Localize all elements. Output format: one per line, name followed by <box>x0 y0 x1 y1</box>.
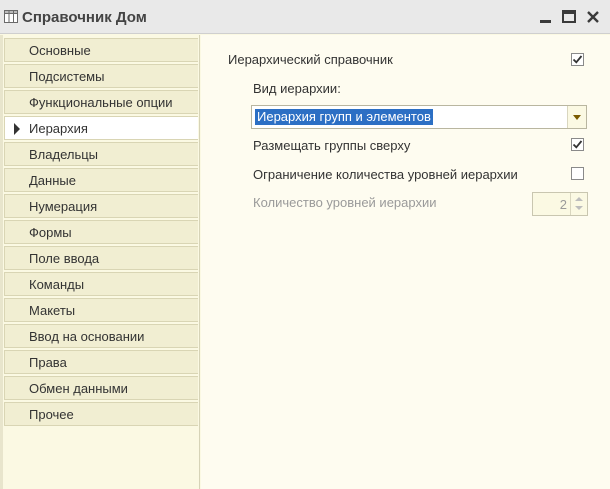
groups-on-top-checkbox[interactable] <box>571 138 584 151</box>
sidebar-item[interactable]: Ввод на основании <box>4 324 198 348</box>
chevron-down-icon[interactable] <box>575 206 583 210</box>
sidebar-item-label: Нумерация <box>29 199 98 214</box>
sidebar-item[interactable]: Иерархия <box>4 116 198 140</box>
sections-panel: Основные Подсистемы Функциональные опции Ие… <box>0 35 200 489</box>
close-icon[interactable] <box>584 8 602 26</box>
sidebar-item[interactable]: Права <box>4 350 198 374</box>
levels-count-value: 2 <box>559 197 567 212</box>
chevron-up-icon[interactable] <box>575 197 583 201</box>
limit-levels-checkbox[interactable] <box>571 167 584 180</box>
sidebar-item[interactable]: Функциональные опции <box>4 90 198 114</box>
window-title: Справочник Дом <box>22 9 147 26</box>
sidebar-item-label: Подсистемы <box>29 69 105 84</box>
levels-count-stepper[interactable]: 2 <box>532 192 588 216</box>
sidebar-item[interactable]: Подсистемы <box>4 64 198 88</box>
maximize-icon[interactable] <box>560 8 578 26</box>
hierarchy-pane: Иерархический справочник Вид иерархии: И… <box>201 35 610 489</box>
sidebar-item[interactable]: Нумерация <box>4 194 198 218</box>
minimize-icon[interactable] <box>537 8 555 26</box>
sidebar-item-label: Основные <box>29 43 91 58</box>
hierarchical-catalog-checkbox[interactable] <box>571 53 584 66</box>
sidebar-item-label: Данные <box>29 173 76 188</box>
panel-edge <box>0 35 3 489</box>
sidebar-item[interactable]: Основные <box>4 38 198 62</box>
sidebar-item-label: Владельцы <box>29 147 99 162</box>
title-bar[interactable]: Справочник Дом <box>0 0 610 34</box>
sidebar-item-label: Формы <box>29 225 72 240</box>
sidebar-item-label: Иерархия <box>29 121 88 136</box>
sidebar-item-label: Функциональные опции <box>29 95 173 110</box>
limit-levels-label: Ограничение количества уровней иерархии <box>253 167 518 182</box>
sidebar-item[interactable]: Макеты <box>4 298 198 322</box>
table-icon <box>4 10 18 23</box>
checkmark-icon <box>572 140 583 149</box>
sidebar-item-label: Прочее <box>29 407 74 422</box>
sidebar-item[interactable]: Обмен данными <box>4 376 198 400</box>
sidebar-item-label: Поле ввода <box>29 251 100 266</box>
sidebar-item-label: Ввод на основании <box>29 329 145 344</box>
groups-on-top-label: Размещать группы сверху <box>253 138 411 153</box>
levels-count-label: Количество уровней иерархии <box>253 195 437 210</box>
hierarchy-type-label: Вид иерархии: <box>253 81 341 96</box>
sidebar-item[interactable]: Прочее <box>4 402 198 426</box>
dropdown-arrow-icon[interactable] <box>567 106 586 128</box>
hierarchy-type-value: Иерархия групп и элементов <box>255 109 433 125</box>
sidebar-item[interactable]: Поле ввода <box>4 246 198 270</box>
hierarchy-type-select[interactable]: Иерархия групп и элементов <box>251 105 587 129</box>
sidebar-item-label: Команды <box>29 277 85 292</box>
sidebar-item[interactable]: Данные <box>4 168 198 192</box>
sidebar-item-label: Обмен данными <box>29 381 128 396</box>
sidebar-item-label: Права <box>29 355 67 370</box>
stepper-buttons[interactable] <box>570 193 587 215</box>
checkmark-icon <box>572 55 583 64</box>
sidebar-item[interactable]: Команды <box>4 272 198 296</box>
sidebar-item-label: Макеты <box>29 303 76 318</box>
sidebar-item[interactable]: Владельцы <box>4 142 198 166</box>
catalog-window: Справочник Дом Основные Подсистемы Функцио… <box>0 0 610 489</box>
hierarchical-catalog-label: Иерархический справочник <box>228 52 393 67</box>
sidebar-item[interactable]: Формы <box>4 220 198 244</box>
current-section-arrow-icon <box>14 123 20 135</box>
